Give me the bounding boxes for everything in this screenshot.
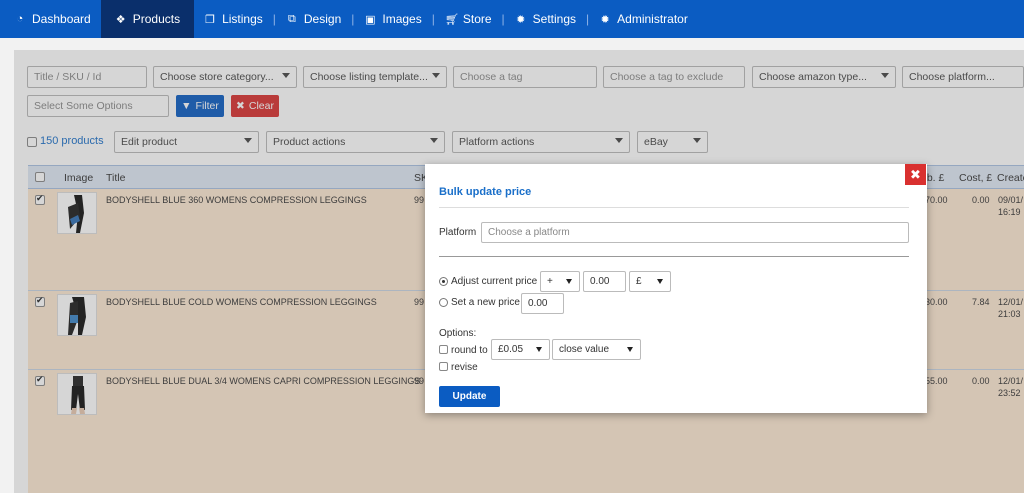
close-dialog-button[interactable]: ✖ (905, 164, 926, 185)
adjust-price-radio[interactable] (439, 277, 448, 286)
chevron-down-icon (566, 279, 572, 284)
new-price-input[interactable]: 0.00 (521, 293, 564, 314)
adjust-amount-input[interactable]: 0.00 (583, 271, 626, 292)
cart-icon: 🛒︎ (444, 13, 459, 26)
nav-settings[interactable]: ✹ Settings (505, 0, 586, 38)
nav-label: Settings (532, 12, 577, 26)
set-price-label: Set a new price (451, 297, 520, 308)
nav-label: Store (462, 12, 492, 26)
nav-label: Images (382, 12, 422, 26)
update-label: Update (452, 391, 487, 402)
dashboard-icon: ◔ (16, 13, 24, 25)
close-icon: ✖ (910, 166, 921, 182)
nav-store[interactable]: 🛒︎ Store (435, 0, 502, 38)
nav-administrator[interactable]: ✹ Administrator (589, 0, 698, 38)
nav-label: Products (132, 12, 181, 26)
cubes-icon: ❖ (115, 13, 126, 26)
round-amount-select[interactable]: £0.05 (491, 339, 550, 360)
operator-value: + (547, 276, 553, 287)
top-navigation: ◔ Dashboard ❖ Products ❐ Listings | ⧉ De… (0, 0, 1024, 38)
chevron-down-icon (627, 347, 633, 352)
round-mode-select[interactable]: close value (552, 339, 641, 360)
revise-checkbox[interactable] (439, 362, 448, 371)
round-amount-value: £0.05 (498, 344, 524, 355)
currency-select[interactable]: £ (629, 271, 671, 292)
design-icon: ⧉ (287, 12, 296, 25)
nav-listings[interactable]: ❐ Listings (194, 0, 273, 38)
gear-icon: ✹ (600, 13, 610, 26)
operator-select[interactable]: + (540, 271, 580, 292)
nav-label: Administrator (617, 12, 688, 26)
chevron-down-icon (536, 347, 542, 352)
options-label: Options: (439, 328, 477, 339)
platform-label: Platform (439, 227, 477, 238)
platform-placeholder: Choose a platform (488, 227, 570, 238)
round-label: round to (451, 345, 488, 356)
image-icon: ▣ (365, 13, 376, 26)
new-price-value: 0.00 (528, 298, 548, 309)
round-mode-value: close value (559, 344, 610, 355)
nav-products[interactable]: ❖ Products (100, 0, 195, 38)
update-button[interactable]: Update (439, 386, 500, 407)
nav-images[interactable]: ▣ Images (354, 0, 431, 38)
dialog-title: Bulk update price (439, 186, 532, 198)
adjust-amount-value: 0.00 (590, 276, 610, 287)
set-price-radio[interactable] (439, 298, 448, 307)
divider (439, 207, 909, 208)
revise-label: revise (451, 362, 478, 373)
nav-design[interactable]: ⧉ Design (276, 0, 351, 38)
copy-icon: ❐ (205, 13, 216, 26)
platform-choose-input[interactable]: Choose a platform (481, 222, 909, 243)
nav-dashboard[interactable]: ◔ Dashboard (0, 0, 101, 38)
nav-label: Design (303, 12, 342, 26)
currency-value: £ (636, 276, 642, 287)
bulk-update-price-dialog: Bulk update price Platform Choose a plat… (425, 164, 927, 413)
divider (439, 256, 909, 257)
chevron-down-icon (657, 279, 663, 284)
round-checkbox[interactable] (439, 345, 448, 354)
nav-label: Listings (222, 12, 263, 26)
nav-label: Dashboard (32, 12, 91, 26)
gear-icon: ✹ (516, 13, 526, 26)
adjust-price-label: Adjust current price (451, 276, 538, 287)
